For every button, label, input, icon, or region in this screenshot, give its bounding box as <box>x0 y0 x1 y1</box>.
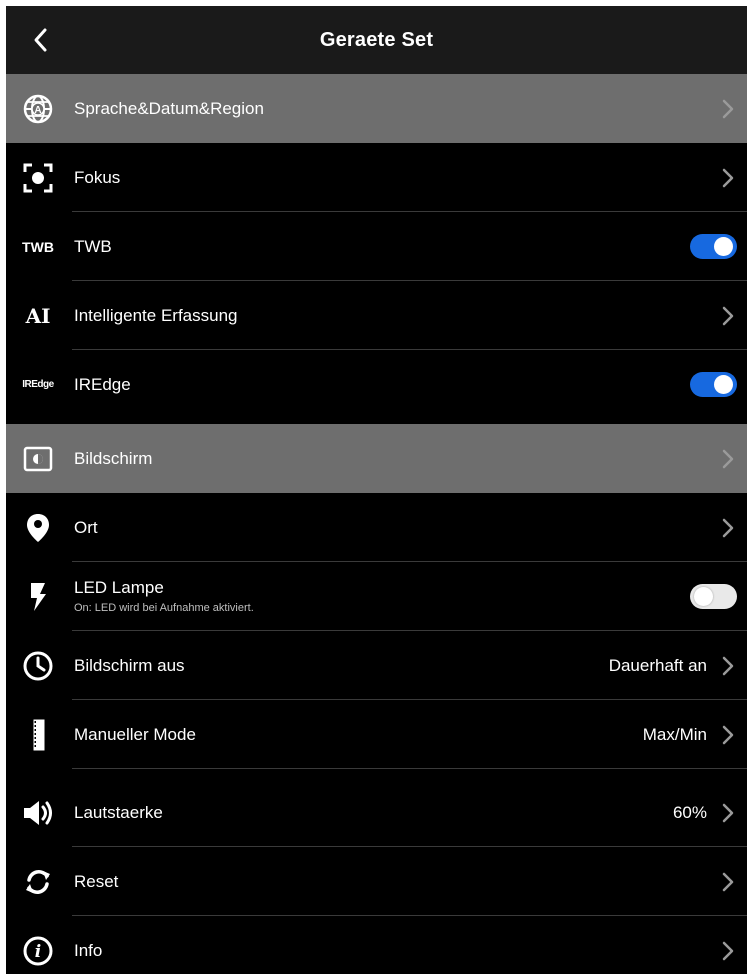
page-title: Geraete Set <box>319 29 434 51</box>
twb-toggle[interactable] <box>690 234 737 259</box>
twb-icon: TWB <box>14 224 62 269</box>
row-value: 60% <box>672 803 707 822</box>
iredge-icon: IREdge <box>14 362 62 407</box>
chevron-right-icon <box>719 869 737 894</box>
row-language-date-region[interactable]: A Sprache&Datum&Region <box>6 74 747 143</box>
row-led-lamp[interactable]: LED Lampe On: LED wird bei Aufnahme akti… <box>6 562 747 631</box>
row-value: Dauerhaft an <box>608 656 707 675</box>
speaker-icon <box>14 790 62 835</box>
row-reset[interactable]: Reset <box>6 847 747 916</box>
row-intelligent-capture[interactable]: AI Intelligente Erfassung <box>6 281 747 350</box>
row-iredge[interactable]: IREdge IREdge <box>6 350 747 419</box>
iredge-toggle[interactable] <box>690 372 737 397</box>
toggle-knob <box>714 375 733 394</box>
focus-icon <box>14 155 62 200</box>
chevron-right-icon <box>719 96 737 121</box>
row-label: Fokus <box>74 168 121 187</box>
flash-icon <box>14 574 62 619</box>
row-twb[interactable]: TWB TWB <box>6 212 747 281</box>
location-pin-icon <box>14 505 62 550</box>
twb-icon-text: TWB <box>22 238 54 255</box>
back-button[interactable] <box>22 22 58 58</box>
chevron-right-icon <box>719 653 737 678</box>
toggle-knob <box>714 237 733 256</box>
row-label: Bildschirm aus <box>74 656 185 675</box>
chevron-right-icon <box>719 303 737 328</box>
toggle-knob <box>694 587 713 606</box>
chevron-right-icon <box>719 722 737 747</box>
row-label: Intelligente Erfassung <box>74 306 238 325</box>
chevron-right-icon <box>719 165 737 190</box>
divider <box>72 768 747 769</box>
ruler-icon <box>14 712 62 757</box>
ai-icon: AI <box>14 293 62 338</box>
reset-icon <box>14 859 62 904</box>
row-location[interactable]: Ort <box>6 493 747 562</box>
row-label: Reset <box>74 872 119 891</box>
row-label-group: LED Lampe On: LED wird bei Aufnahme akti… <box>74 578 254 614</box>
chevron-right-icon <box>719 800 737 825</box>
row-label: Info <box>74 941 103 960</box>
chevron-left-icon <box>34 28 47 52</box>
row-manual-mode[interactable]: Manueller Mode Max/Min <box>6 700 747 769</box>
info-icon: i <box>14 928 62 973</box>
settings-screen: Geraete Set A Sprache&Datum&Region Fokus… <box>6 6 747 974</box>
row-screen-off[interactable]: Bildschirm aus Dauerhaft an <box>6 631 747 700</box>
display-icon <box>14 436 62 481</box>
row-volume[interactable]: Lautstaerke 60% <box>6 778 747 847</box>
svg-text:i: i <box>35 942 41 962</box>
row-label: Sprache&Datum&Region <box>74 99 264 118</box>
row-sublabel: On: LED wird bei Aufnahme aktiviert. <box>74 602 254 614</box>
row-focus[interactable]: Fokus <box>6 143 747 212</box>
clock-icon <box>14 643 62 688</box>
chevron-right-icon <box>719 446 737 471</box>
chevron-right-icon <box>719 515 737 540</box>
svg-text:A: A <box>34 105 41 116</box>
led-lamp-toggle[interactable] <box>690 584 737 609</box>
chevron-right-icon <box>719 938 737 963</box>
row-label: Manueller Mode <box>74 725 196 744</box>
globe-icon: A <box>14 86 62 131</box>
row-label: TWB <box>74 237 112 256</box>
iredge-icon-text: IREdge <box>22 379 54 390</box>
row-display[interactable]: Bildschirm <box>6 424 747 493</box>
row-label: Bildschirm <box>74 449 153 468</box>
row-label: LED Lampe <box>74 578 164 597</box>
row-value: Max/Min <box>642 725 707 744</box>
header-bar: Geraete Set <box>6 6 747 74</box>
row-label: Ort <box>74 518 98 537</box>
row-info[interactable]: i Info <box>6 916 747 974</box>
row-label: Lautstaerke <box>74 803 163 822</box>
ai-icon-text: AI <box>25 303 51 328</box>
row-label: IREdge <box>74 375 131 394</box>
